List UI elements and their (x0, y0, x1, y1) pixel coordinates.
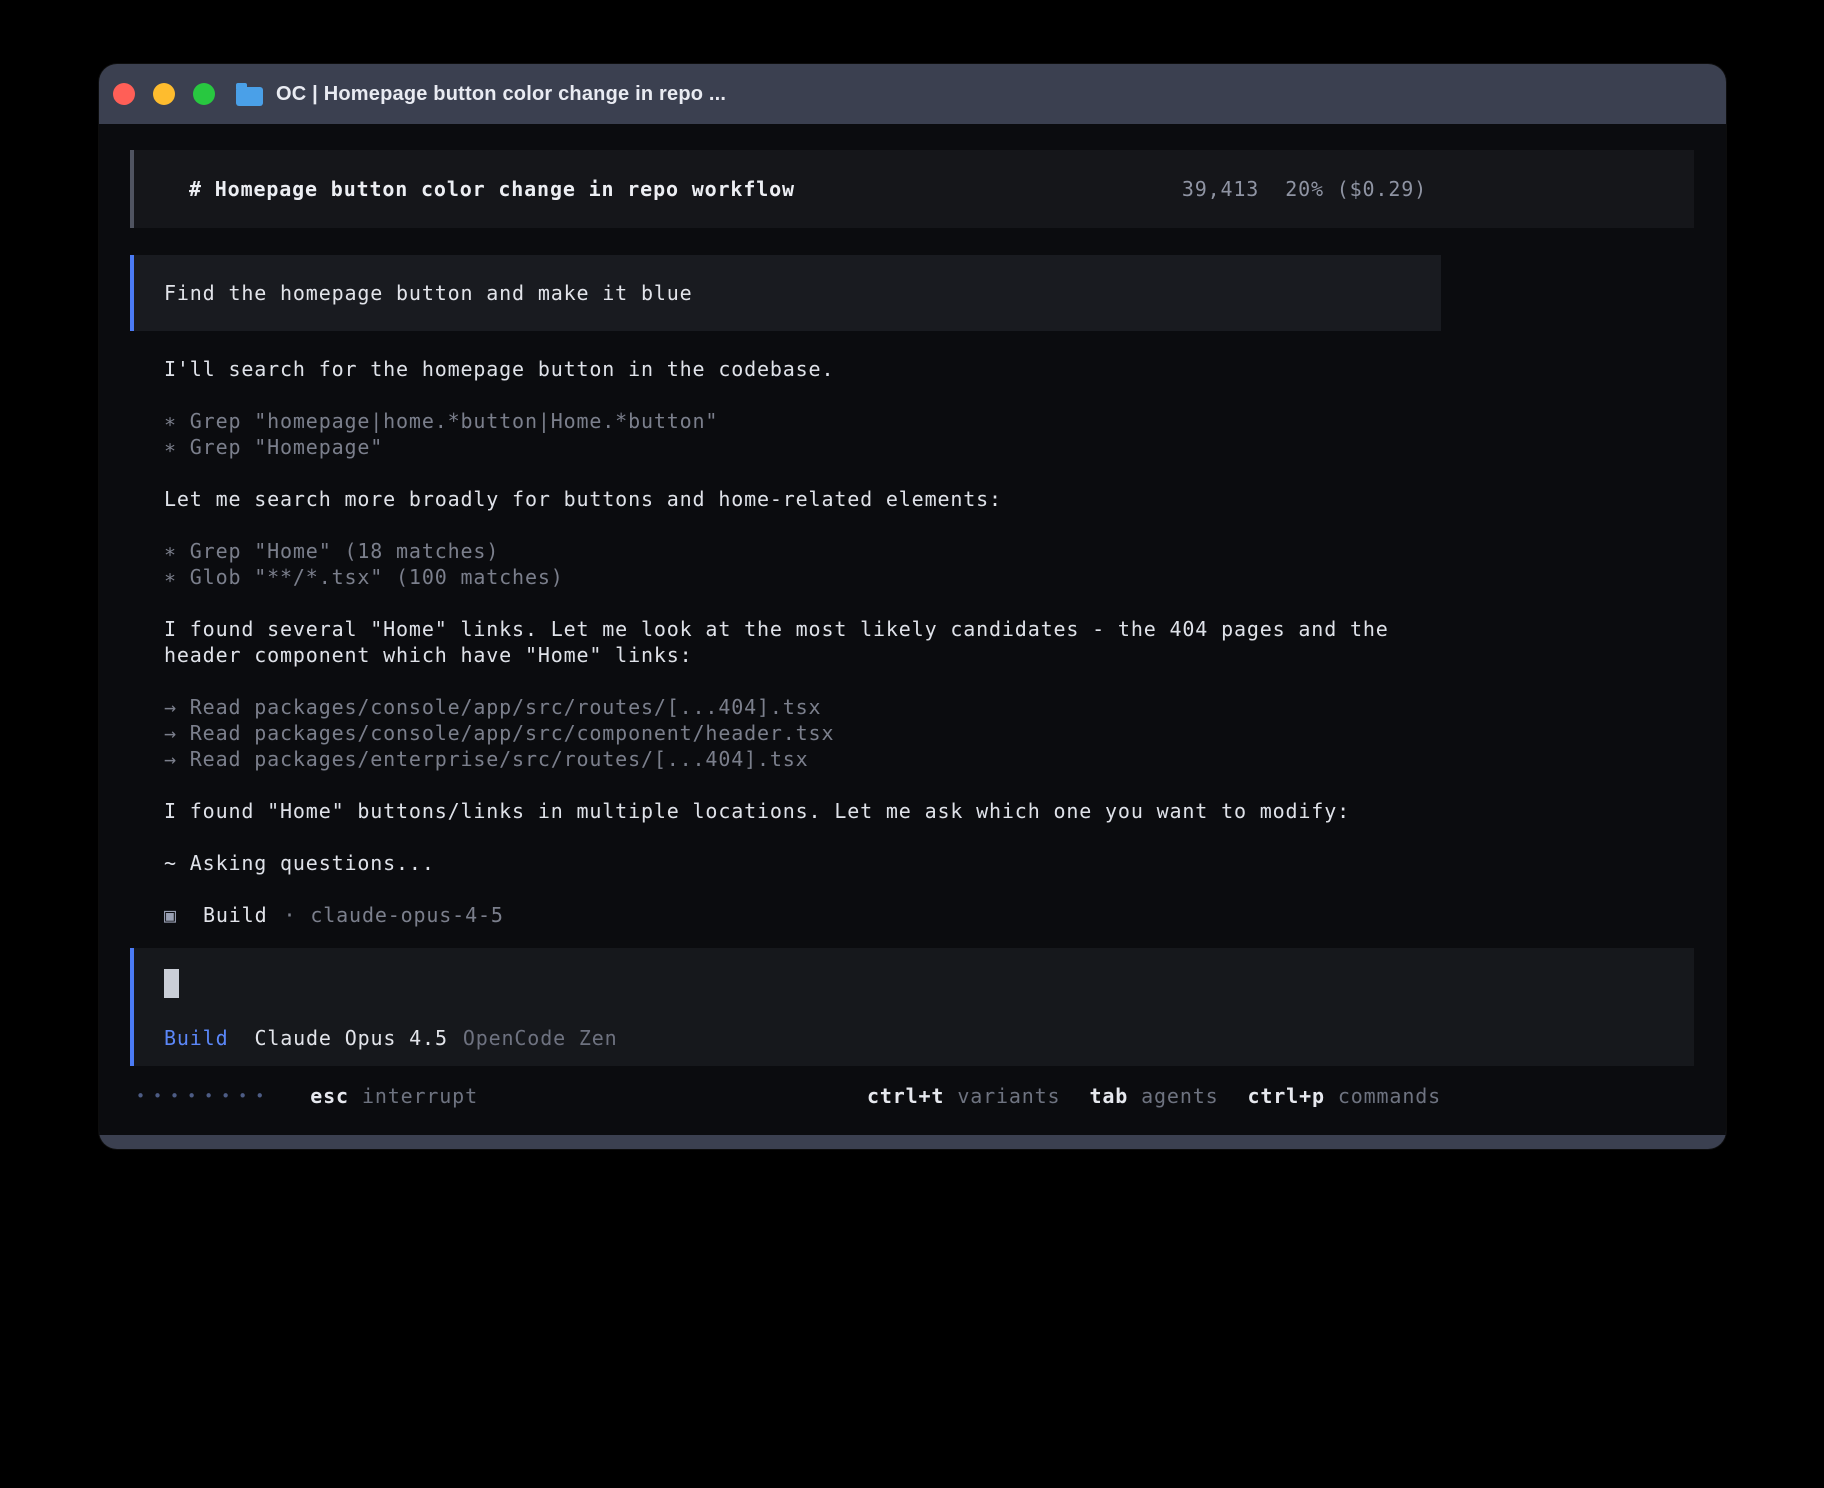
traffic-lights (113, 64, 215, 124)
shortcut-commands: ctrl+p commands (1248, 1083, 1442, 1109)
folder-icon (236, 87, 263, 106)
activity-status: ~ Asking questions... (164, 850, 1454, 876)
tool-calls-read: → Read packages/console/app/src/routes/[… (164, 694, 1454, 772)
tool-call-line: ∗ Grep "Homepage" (164, 434, 1454, 460)
shortcut-variants: ctrl+t variants (867, 1083, 1061, 1109)
close-button[interactable] (113, 83, 135, 105)
prompt-input[interactable]: Build Claude Opus 4.5 OpenCode Zen (130, 948, 1694, 1066)
agent-status-line: ▣ Build · claude-opus-4-5 (164, 902, 1454, 928)
input-meta: Build Claude Opus 4.5 OpenCode Zen (164, 1025, 1664, 1051)
read-file-line: → Read packages/enterprise/src/routes/[.… (164, 746, 1454, 772)
terminal-window: OC | Homepage button color change in rep… (99, 64, 1726, 1149)
shortcut-label: agents (1141, 1083, 1218, 1109)
tool-calls-grep-1: ∗ Grep "homepage|home.*button|Home.*butt… (164, 408, 1454, 460)
title-group: OC | Homepage button color change in rep… (236, 64, 726, 124)
esc-key-hint: esc (310, 1083, 349, 1109)
session-stats: 39,413 20% ($0.29) (1182, 176, 1427, 202)
session-header: # Homepage button color change in repo w… (130, 150, 1694, 228)
shortcut-key: ctrl+t (867, 1083, 944, 1109)
tool-call-line: ∗ Glob "**/*.tsx" (100 matches) (164, 564, 1454, 590)
shortcut-key: ctrl+p (1248, 1083, 1325, 1109)
esc-label: interrupt (362, 1083, 478, 1109)
separator-dot: · (283, 902, 296, 928)
shortcut-label: commands (1338, 1083, 1441, 1109)
token-count: 39,413 (1182, 176, 1259, 202)
status-bar-right: ctrl+t variants tab agents ctrl+p comman… (867, 1083, 1441, 1109)
session-title: # Homepage button color change in repo w… (189, 176, 795, 202)
text-cursor (164, 969, 179, 998)
activity-dots: •••••••• (136, 1083, 272, 1109)
window-title: OC | Homepage button color change in rep… (276, 83, 726, 106)
mode-label: Build (164, 1025, 228, 1051)
provider-label: OpenCode Zen (463, 1025, 618, 1051)
chat-transcript: I'll search for the homepage button in t… (164, 356, 1454, 928)
minimize-button[interactable] (153, 83, 175, 105)
agent-model: claude-opus-4-5 (310, 902, 503, 928)
shortcut-agents: tab agents (1089, 1083, 1218, 1109)
tool-call-line: ∗ Grep "Home" (18 matches) (164, 538, 1454, 564)
status-bar-left: •••••••• esc interrupt (130, 1083, 478, 1109)
user-message: Find the homepage button and make it blu… (130, 255, 1441, 331)
agent-icon: ▣ (164, 902, 184, 928)
status-bar: •••••••• esc interrupt ctrl+t variants t… (130, 1082, 1441, 1110)
zoom-button[interactable] (193, 83, 215, 105)
model-label: Claude Opus 4.5 (254, 1025, 447, 1051)
agent-name: Build (203, 902, 267, 928)
context-usage: 20% ($0.29) (1285, 176, 1427, 202)
read-file-line: → Read packages/console/app/src/componen… (164, 720, 1454, 746)
tool-call-line: ∗ Grep "homepage|home.*button|Home.*butt… (164, 408, 1454, 434)
assistant-message-intro: I'll search for the homepage button in t… (164, 356, 1454, 382)
read-file-line: → Read packages/console/app/src/routes/[… (164, 694, 1454, 720)
user-message-text: Find the homepage button and make it blu… (164, 280, 693, 306)
assistant-message-ask: I found "Home" buttons/links in multiple… (164, 798, 1454, 824)
assistant-message-broader: Let me search more broadly for buttons a… (164, 486, 1454, 512)
titlebar[interactable]: OC | Homepage button color change in rep… (99, 64, 1726, 124)
terminal-content: # Homepage button color change in repo w… (99, 124, 1726, 1135)
tool-calls-grep-2: ∗ Grep "Home" (18 matches) ∗ Glob "**/*.… (164, 538, 1454, 590)
assistant-message-found: I found several "Home" links. Let me loo… (164, 616, 1454, 668)
shortcut-key: tab (1089, 1083, 1128, 1109)
shortcut-label: variants (957, 1083, 1060, 1109)
